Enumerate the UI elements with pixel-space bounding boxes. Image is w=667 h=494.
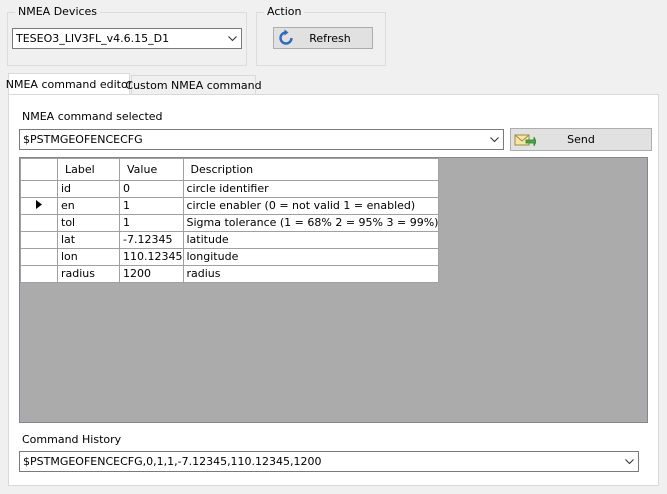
- send-button[interactable]: Send: [510, 128, 652, 151]
- table-row[interactable]: lon 110.12345 longitude: [20, 248, 440, 266]
- tab-custom-nmea-command[interactable]: Custom NMEA command: [125, 75, 262, 95]
- refresh-icon: [279, 29, 293, 45]
- command-parameters-grid[interactable]: Label Value Description id 0 circle identi…: [19, 157, 648, 423]
- action-title: Action: [264, 5, 305, 19]
- column-header-description[interactable]: Description: [182, 158, 440, 181]
- table-row[interactable]: en 1 circle enabler (0 = not valid 1 = ena…: [20, 197, 440, 215]
- action-group: Action Refresh: [256, 5, 386, 66]
- nmea-device-selected: TESEO3_LIV3FL_v4.6.15_D1: [16, 32, 170, 45]
- column-header-label[interactable]: Label: [57, 158, 120, 181]
- table-row[interactable]: radius 1200 radius: [20, 265, 440, 283]
- cell-value[interactable]: 1200: [119, 265, 184, 283]
- cell-value[interactable]: 0: [119, 180, 184, 198]
- table-row[interactable]: tol 1 Sigma tolerance (1 = 68% 2 = 95% 3 =…: [20, 214, 440, 232]
- command-history-select[interactable]: $PSTMGEOFENCECFG,0,1,1,-7.12345,110.1234…: [19, 451, 639, 472]
- cell-value[interactable]: 110.12345: [119, 248, 184, 266]
- cell-description[interactable]: radius: [182, 265, 440, 283]
- table-header-row: Label Value Description: [20, 158, 440, 181]
- tab-custom-nmea-command-label: Custom NMEA command: [125, 79, 262, 92]
- command-history-label: Command History: [22, 433, 122, 446]
- nmea-command-selected: $PSTMGEOFENCECFG: [23, 133, 143, 146]
- send-label: Send: [567, 133, 595, 146]
- nmea-devices-group: NMEA Devices TESEO3_LIV3FL_v4.6.15_D1: [7, 5, 247, 66]
- cell-value[interactable]: 1: [119, 214, 184, 232]
- cell-label[interactable]: lat: [57, 231, 120, 249]
- row-header[interactable]: [20, 214, 58, 232]
- row-header[interactable]: [20, 231, 58, 249]
- table-row[interactable]: lat -7.12345 latitude: [20, 231, 440, 249]
- tab-nmea-command-editor[interactable]: NMEA command editor: [5, 73, 133, 95]
- refresh-button[interactable]: Refresh: [273, 27, 373, 49]
- nmea-device-select[interactable]: TESEO3_LIV3FL_v4.6.15_D1: [12, 28, 242, 49]
- cell-label[interactable]: en: [57, 197, 120, 215]
- refresh-label: Refresh: [309, 31, 351, 45]
- chevron-down-icon[interactable]: [621, 452, 638, 471]
- row-header[interactable]: [20, 248, 58, 266]
- tab-nmea-command-editor-label: NMEA command editor: [5, 78, 133, 91]
- cell-label[interactable]: tol: [57, 214, 120, 232]
- row-header[interactable]: [20, 197, 58, 215]
- command-history-value: $PSTMGEOFENCECFG,0,1,1,-7.12345,110.1234…: [23, 455, 322, 468]
- table-row[interactable]: id 0 circle identifier: [20, 180, 440, 198]
- row-header[interactable]: [20, 180, 58, 198]
- cell-description[interactable]: circle identifier: [182, 180, 440, 198]
- nmea-command-select[interactable]: $PSTMGEOFENCECFG: [19, 129, 504, 150]
- current-row-arrow-icon: [36, 200, 42, 209]
- cell-description[interactable]: latitude: [182, 231, 440, 249]
- cell-description[interactable]: longitude: [182, 248, 440, 266]
- column-header-value[interactable]: Value: [119, 158, 184, 181]
- nmea-command-label: NMEA command selected: [22, 110, 163, 123]
- parameters-table[interactable]: Label Value Description id 0 circle identi…: [20, 158, 440, 283]
- cell-label[interactable]: id: [57, 180, 120, 198]
- row-header-corner: [20, 158, 58, 181]
- cell-label[interactable]: lon: [57, 248, 120, 266]
- cell-description[interactable]: Sigma tolerance (1 = 68% 2 = 95% 3 = 99%…: [182, 214, 440, 232]
- chevron-down-icon[interactable]: [224, 29, 241, 48]
- cell-value[interactable]: -7.12345: [119, 231, 184, 249]
- chevron-down-icon[interactable]: [486, 130, 503, 149]
- row-header[interactable]: [20, 265, 58, 283]
- nmea-devices-title: NMEA Devices: [15, 5, 101, 19]
- cell-label[interactable]: radius: [57, 265, 120, 283]
- cell-description[interactable]: circle enabler (0 = not valid 1 = enable…: [182, 197, 440, 215]
- cell-value[interactable]: 1: [119, 197, 184, 215]
- send-mail-icon: [514, 134, 536, 147]
